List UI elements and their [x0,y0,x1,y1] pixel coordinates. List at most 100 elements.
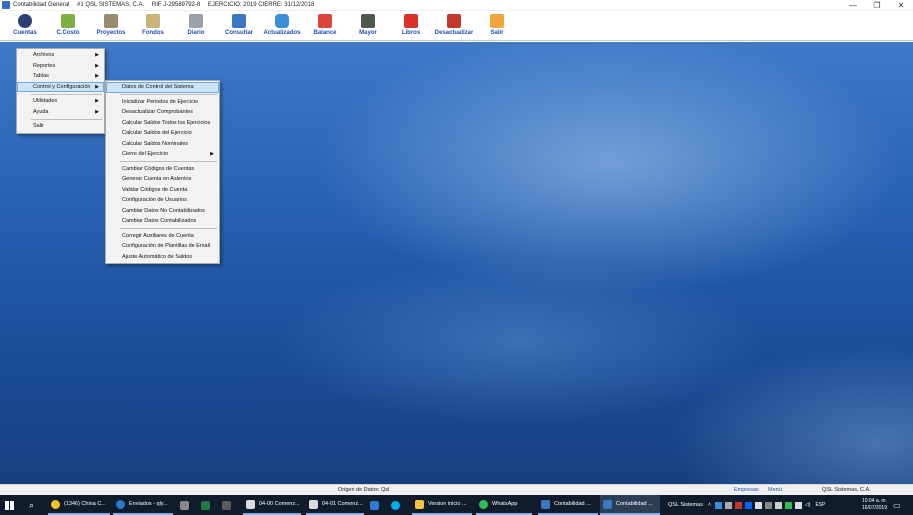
chrome-icon [51,499,60,509]
toolbar-actualizados-button[interactable]: Actualizados [262,13,302,39]
language-indicator[interactable]: ESP [815,502,825,508]
app-icon [180,500,189,510]
contabilidad-icon [603,499,612,509]
taskbar-item-contabilidad-1[interactable]: Contabilidad ... [538,495,598,515]
company-info: #1 QSL SISTEMAS, C.A. [77,2,145,8]
toolbar-cuentas-button[interactable]: Cuentas [5,13,45,39]
taskbar-item-chrome[interactable]: (1346) China C... [48,495,110,515]
close-button[interactable]: ✕ [889,0,913,11]
start-button[interactable] [5,495,14,515]
toolbar-desactualizar-button[interactable]: Desactualizar [434,13,474,39]
menu-item-salir[interactable]: Salir [17,121,104,132]
tray-app-icon[interactable] [714,501,722,509]
taskbar-item-doc-1[interactable]: 04-00 Comenz... [243,495,301,515]
usb-icon[interactable] [754,501,762,509]
excel-icon [201,500,210,510]
taskbar-toolbar-qsl[interactable]: QSL Sistemas [668,495,703,515]
app-icon [2,1,10,9]
window-title: Contabilidad General #1 QSL SISTEMAS, C.… [13,2,320,8]
submenu-item-corregir-auxiliares[interactable]: Corregir Auxiliares de Cuenta [106,231,219,242]
title-bar: Contabilidad General #1 QSL SISTEMAS, C.… [0,0,913,11]
gear-icon [18,14,32,28]
toolbar-libros-button[interactable]: Libros [391,13,431,39]
toolbar-mayor-button[interactable]: Mayor [348,13,388,39]
monitor-icon [232,14,246,28]
menu-item-control-configuracion[interactable]: Control y Configuración ▶ [17,81,104,92]
ledger-icon [361,14,375,28]
toolbar-fondos-button[interactable]: Fondos [133,13,173,39]
clock-date: 16/07/2019 [861,505,887,511]
toolbar-balance-button[interactable]: Balance [305,13,345,39]
document-icon [309,499,318,509]
menu-item-archivos[interactable]: Archivos ▶ [17,50,104,61]
taskbar-item-whatsapp[interactable]: WhatsApp [476,495,532,515]
taskbar-item-version-inicio[interactable]: Version inicio ... [412,495,472,515]
submenu-item-configuracion-usuarios[interactable]: Configuración de Usuarios [106,195,219,206]
empresas-link[interactable]: Empresas [734,487,759,493]
submenu-item-inicializar-periodos[interactable]: Inicializar Periodos de Ejercicio [106,97,219,108]
taskbar-item-contabilidad-2[interactable]: Contabilidad ... [600,495,660,515]
volume-icon[interactable]: ◁) [805,502,811,508]
taskbar-calculator[interactable] [222,495,235,515]
network-icon[interactable] [794,501,802,509]
submenu-item-cambiar-codigos[interactable]: Cambiar Códigos de Cuentas [106,164,219,175]
notification-button[interactable]: ▭ [893,495,901,515]
submenu-item-cierre-ejercicio[interactable]: Cierre del Ejercicio ▶ [106,149,219,160]
menu-separator [120,228,217,229]
toolbar-consultar-button[interactable]: Consultar [219,13,259,39]
taskbar-pinned-app[interactable] [180,495,193,515]
maximize-button[interactable]: ❐ [865,0,889,11]
submenu-item-calcular-saldos-todos[interactable]: Calcular Saldos Todos los Ejercicios [106,118,219,129]
chevron-right-icon: ▶ [95,83,99,90]
submenu-item-datos-control[interactable]: Datos de Control del Sistema [106,82,219,93]
lock-icon [490,14,504,28]
menu-item-ayuda[interactable]: Ayuda ▶ [17,107,104,118]
folder-icon [415,499,424,509]
cloud-icon[interactable] [724,501,732,509]
status-bar: Origen de Datos: Qsl Empresas Menú QSL S… [0,484,913,495]
submenu-item-cambiar-datos-no-contabilizados[interactable]: Cambiar Datos No Contabilizados [106,206,219,217]
toolbar-salir-button[interactable]: Salir [477,13,517,39]
submenu-item-calcular-saldos-ejercicio[interactable]: Calcular Saldos del Ejercicio [106,128,219,139]
database-icon [275,14,289,28]
submenu-item-validar-codigos[interactable]: Validar Códigos de Cuenta [106,185,219,196]
antivirus-icon[interactable] [734,501,742,509]
submenu-item-cambiar-datos-contabilizados[interactable]: Cambiar Datos Contabilizados [106,216,219,227]
dropbox-icon[interactable] [744,501,752,509]
taskbar-mail[interactable] [370,495,383,515]
menu-item-reportes[interactable]: Reportes ▶ [17,61,104,72]
chevron-up-icon[interactable]: ˄ [708,502,711,508]
paperclip-icon [189,14,203,28]
battery-icon[interactable] [764,501,772,509]
whatsapp-icon [479,499,488,509]
rif-text: RIF J-29589792-8 [151,2,201,8]
menu-item-tablas[interactable]: Tablas ▶ [17,71,104,82]
toolbar-ccosto-button[interactable]: C.Costo [48,13,88,39]
minimize-button[interactable]: — [841,0,865,11]
menu-item-utilidades[interactable]: Utilidades ▶ [17,96,104,107]
taskbar-item-edge[interactable]: Enviados - qly... [113,495,173,515]
document-icon [246,499,255,509]
system-tray: ˄ ◁) ESP [708,495,825,515]
search-button[interactable]: ⌕ [29,495,34,515]
taskbar-skype[interactable] [391,495,404,515]
chevron-right-icon: ▶ [95,52,99,58]
whatsapp-tray-icon[interactable] [784,501,792,509]
onedrive-icon[interactable] [774,501,782,509]
submenu-item-desactualizar-comprobantes[interactable]: Desactualizar Comprobantes [106,107,219,118]
submenu-item-calcular-saldos-nominales[interactable]: Calcular Saldos Nominales [106,139,219,150]
taskbar-excel[interactable] [201,495,214,515]
toolbar-diario-button[interactable]: Diario [176,13,216,39]
tools-icon [447,14,461,28]
submenu-item-plantillas-email[interactable]: Configuración de Plantillas de Email [106,241,219,252]
toolbar-proyectos-button[interactable]: Proyectos [91,13,131,39]
taskbar-item-doc-2[interactable]: 04-01 Comenz... [306,495,364,515]
taskbar-clock[interactable]: 10:04 a. m. 16/07/2019 [862,498,887,512]
submenu-item-ajuste-saldos[interactable]: Ajuste Automático de Saldos [106,252,219,263]
contabilidad-icon [541,499,550,509]
notification-icon: ▭ [893,500,901,510]
submenu-item-generar-cuenta[interactable]: Generar Cuenta en Asientos [106,174,219,185]
app-title: Contabilidad General [13,2,70,8]
chevron-right-icon: ▶ [95,98,99,104]
menu-link[interactable]: Menú [768,487,782,493]
